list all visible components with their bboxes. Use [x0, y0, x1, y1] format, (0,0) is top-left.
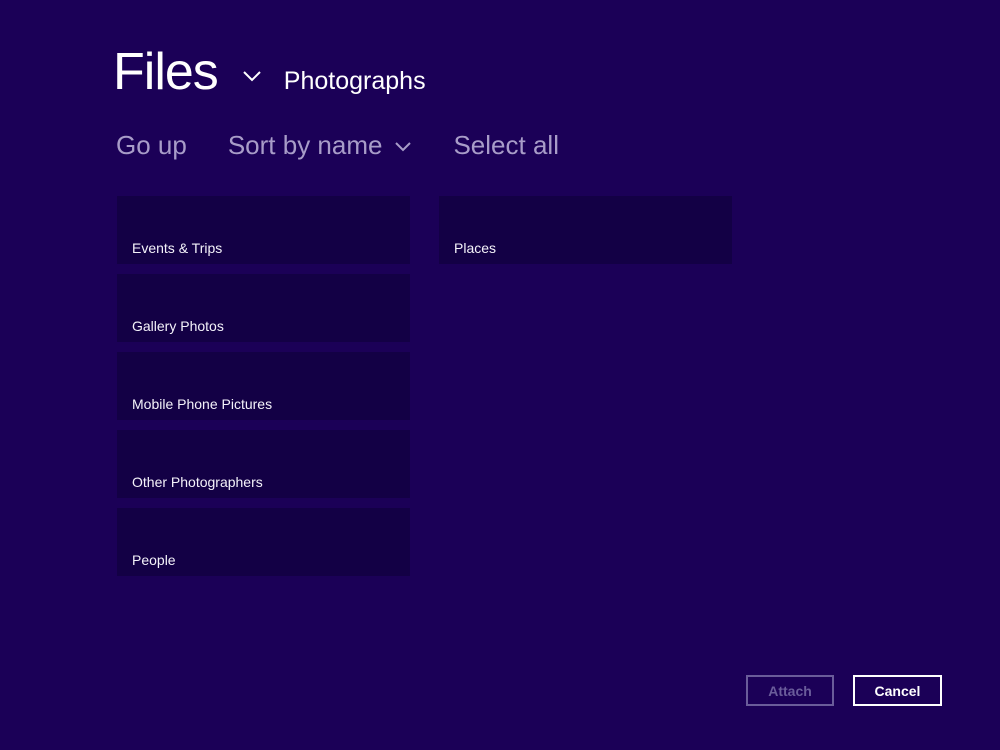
chevron-down-icon[interactable]: [242, 68, 262, 88]
folder-label: Other Photographers: [132, 474, 263, 490]
folder-tile[interactable]: People: [117, 508, 410, 576]
header: Files Photographs: [113, 46, 426, 98]
toolbar: Go up Sort by name Select all: [116, 130, 600, 161]
go-up-label: Go up: [116, 130, 187, 160]
folder-label: Events & Trips: [132, 240, 223, 256]
select-all-button[interactable]: Select all: [453, 130, 559, 161]
folder-tile[interactable]: Other Photographers: [117, 430, 410, 498]
attach-button[interactable]: Attach: [746, 675, 834, 706]
current-location: Photographs: [283, 67, 426, 95]
folder-tile[interactable]: Gallery Photos: [117, 274, 410, 342]
folder-label: Places: [454, 240, 497, 256]
folder-label: People: [132, 552, 176, 568]
sort-label: Sort by name: [227, 130, 383, 160]
chevron-down-icon: [395, 141, 412, 151]
folder-label: Gallery Photos: [132, 318, 224, 334]
select-all-label: Select all: [453, 130, 559, 160]
cancel-button[interactable]: Cancel: [853, 675, 942, 706]
folder-tile[interactable]: Mobile Phone Pictures: [117, 352, 410, 420]
sort-dropdown[interactable]: Sort by name: [228, 130, 413, 161]
folder-tile[interactable]: Events & Trips: [117, 196, 410, 264]
folder-label: Mobile Phone Pictures: [132, 396, 273, 412]
go-up-button[interactable]: Go up: [116, 130, 187, 161]
folder-tile[interactable]: Places: [439, 196, 732, 264]
page-title: Files: [113, 43, 219, 101]
